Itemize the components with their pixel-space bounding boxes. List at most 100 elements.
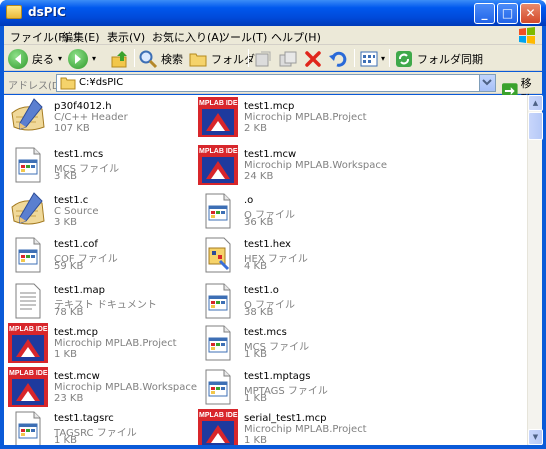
maximize-button[interactable]: □: [497, 3, 518, 24]
file-type: Microchip MPLAB.Project: [54, 338, 177, 349]
file-item[interactable]: MPLAB IDE test1.mcp Microchip MPLAB.Proj…: [198, 97, 388, 143]
folder-sync-label: フォルダ同期: [417, 52, 483, 66]
file-size: 1 KB: [244, 435, 267, 445]
file-name: test1.mcp: [244, 101, 295, 112]
file-item[interactable]: test1.tagsrc TAGSRC ファイル 1 KB: [8, 409, 198, 445]
explorer-window: dsPIC _ □ ✕ ファイル(F) 編集(E) 表示(V) お気に入り(A)…: [0, 0, 546, 449]
file-item[interactable]: MPLAB IDE test1.mcw Microchip MPLAB.Work…: [198, 145, 388, 191]
mplab-icon: MPLAB IDE: [198, 145, 242, 189]
file-item[interactable]: MPLAB IDE test.mcw Microchip MPLAB.Works…: [8, 367, 198, 413]
scroll-down-button[interactable]: ▼: [528, 429, 543, 445]
generic-file-icon: [8, 235, 52, 279]
menu-favorites[interactable]: お気に入り(A): [152, 29, 223, 45]
folder-icon: [60, 77, 76, 90]
file-item[interactable]: test1.cof COF ファイル 59 KB: [8, 235, 198, 281]
generic-file-icon: [198, 191, 242, 235]
menu-edit[interactable]: 編集(E): [62, 29, 100, 45]
file-name: test1.hex: [244, 239, 291, 250]
folder-icon: [6, 5, 22, 19]
file-item[interactable]: test1.hex HEX ファイル 4 KB: [198, 235, 388, 281]
back-arrow-icon: [8, 48, 28, 69]
folder-sync-button[interactable]: フォルダ同期: [394, 48, 483, 69]
svg-text:MPLAB IDE: MPLAB IDE: [9, 326, 48, 333]
file-item[interactable]: MPLAB IDE test.mcp Microchip MPLAB.Proje…: [8, 323, 198, 369]
chevron-down-icon[interactable]: ▾: [58, 54, 62, 63]
generic-file-icon: [8, 145, 52, 189]
svg-text:MPLAB IDE: MPLAB IDE: [199, 100, 238, 107]
close-button[interactable]: ✕: [520, 3, 541, 24]
title-bar[interactable]: dsPIC _ □ ✕: [0, 0, 546, 26]
generic-file-icon: [198, 323, 242, 367]
file-name: test.mcp: [54, 327, 98, 338]
chevron-down-icon[interactable]: ▾: [381, 54, 385, 63]
file-item[interactable]: test.mcs MCS ファイル 1 KB: [198, 323, 388, 369]
copy-to-icon: [279, 51, 297, 66]
scroll-thumb[interactable]: [528, 112, 543, 140]
folder-icon: [189, 53, 207, 66]
menu-help[interactable]: ヘルプ(H): [271, 29, 321, 45]
search-icon: [139, 50, 158, 68]
menu-view[interactable]: 表示(V): [107, 29, 145, 45]
file-name: test1.cof: [54, 239, 98, 250]
file-size: 3 KB: [54, 217, 77, 228]
file-size: 38 KB: [244, 307, 274, 318]
file-list-view[interactable]: p30f4012.h C/C++ Header 107 KB MPLAB IDE…: [4, 95, 527, 445]
svg-text:MPLAB IDE: MPLAB IDE: [9, 370, 48, 377]
search-button[interactable]: 検索: [138, 48, 183, 69]
file-item[interactable]: .o O ファイル 36 KB: [198, 191, 388, 237]
mplab-icon: MPLAB IDE: [8, 323, 52, 367]
address-dropdown-button[interactable]: [479, 75, 495, 91]
address-input[interactable]: C:¥dsPIC: [56, 74, 496, 92]
address-path: C:¥dsPIC: [79, 77, 124, 88]
svg-text:MPLAB IDE: MPLAB IDE: [199, 148, 238, 155]
search-label: 検索: [161, 52, 183, 66]
delete-x-icon: [305, 50, 321, 67]
copy-to-button[interactable]: [278, 48, 298, 69]
forward-arrow-icon: [68, 48, 88, 69]
mplab-icon: MPLAB IDE: [198, 409, 242, 445]
scroll-up-button[interactable]: ▲: [528, 95, 543, 111]
address-bar: アドレス(D) C:¥dsPIC 移動: [4, 72, 542, 106]
undo-button[interactable]: [328, 48, 348, 69]
minimize-button[interactable]: _: [474, 3, 495, 24]
up-folder-button[interactable]: [110, 48, 130, 69]
forward-button[interactable]: ▾: [68, 48, 96, 69]
toolbar: 戻る ▾ ▾ 検索 フォルダ ▾ フォルダ同期: [4, 45, 542, 71]
undo-icon: [329, 51, 347, 67]
delete-button[interactable]: [303, 48, 323, 69]
back-button[interactable]: 戻る ▾: [8, 48, 62, 69]
folders-button[interactable]: フォルダ: [188, 48, 255, 69]
c-source-icon: [8, 191, 52, 235]
vertical-scrollbar[interactable]: ▲ ▼: [527, 95, 543, 445]
chevron-down-icon[interactable]: ▾: [92, 54, 96, 63]
chevron-down-icon: [482, 79, 492, 86]
views-button[interactable]: ▾: [359, 48, 385, 69]
file-size: 78 KB: [54, 307, 84, 318]
menu-tools[interactable]: ツール(T): [219, 29, 267, 45]
file-size: 36 KB: [244, 217, 274, 228]
file-name: test1.c: [54, 195, 89, 206]
file-item[interactable]: test1.mcs MCS ファイル 3 KB: [8, 145, 198, 191]
file-size: 2 KB: [244, 123, 267, 134]
file-item[interactable]: test1.c C Source 3 KB: [8, 191, 198, 237]
back-label: 戻る: [32, 52, 54, 66]
c-source-icon: [8, 97, 52, 141]
file-size: 4 KB: [244, 261, 267, 272]
file-item[interactable]: p30f4012.h C/C++ Header 107 KB: [8, 97, 198, 143]
file-name: serial_test1.mcp: [244, 413, 327, 424]
file-item[interactable]: MPLAB IDE serial_test1.mcp Microchip MPL…: [198, 409, 388, 445]
menu-file[interactable]: ファイル(F): [10, 29, 69, 45]
file-item[interactable]: test1.mptags MPTAGS ファイル 1 KB: [198, 367, 388, 413]
toolbar-separator: [248, 49, 249, 67]
file-name: test1.mptags: [244, 371, 311, 382]
move-to-button[interactable]: [253, 48, 273, 69]
file-item[interactable]: test1.map テキスト ドキュメント 78 KB: [8, 281, 198, 327]
file-size: 1 KB: [244, 349, 267, 360]
file-type: C/C++ Header: [54, 112, 128, 123]
file-type: Microchip MPLAB.Project: [244, 112, 367, 123]
toolbar-separator: [389, 49, 390, 67]
file-item[interactable]: test1.o O ファイル 38 KB: [198, 281, 388, 327]
file-type: Microchip MPLAB.Project: [244, 424, 367, 435]
mplab-icon: MPLAB IDE: [198, 97, 242, 141]
svg-text:MPLAB IDE: MPLAB IDE: [199, 412, 238, 419]
